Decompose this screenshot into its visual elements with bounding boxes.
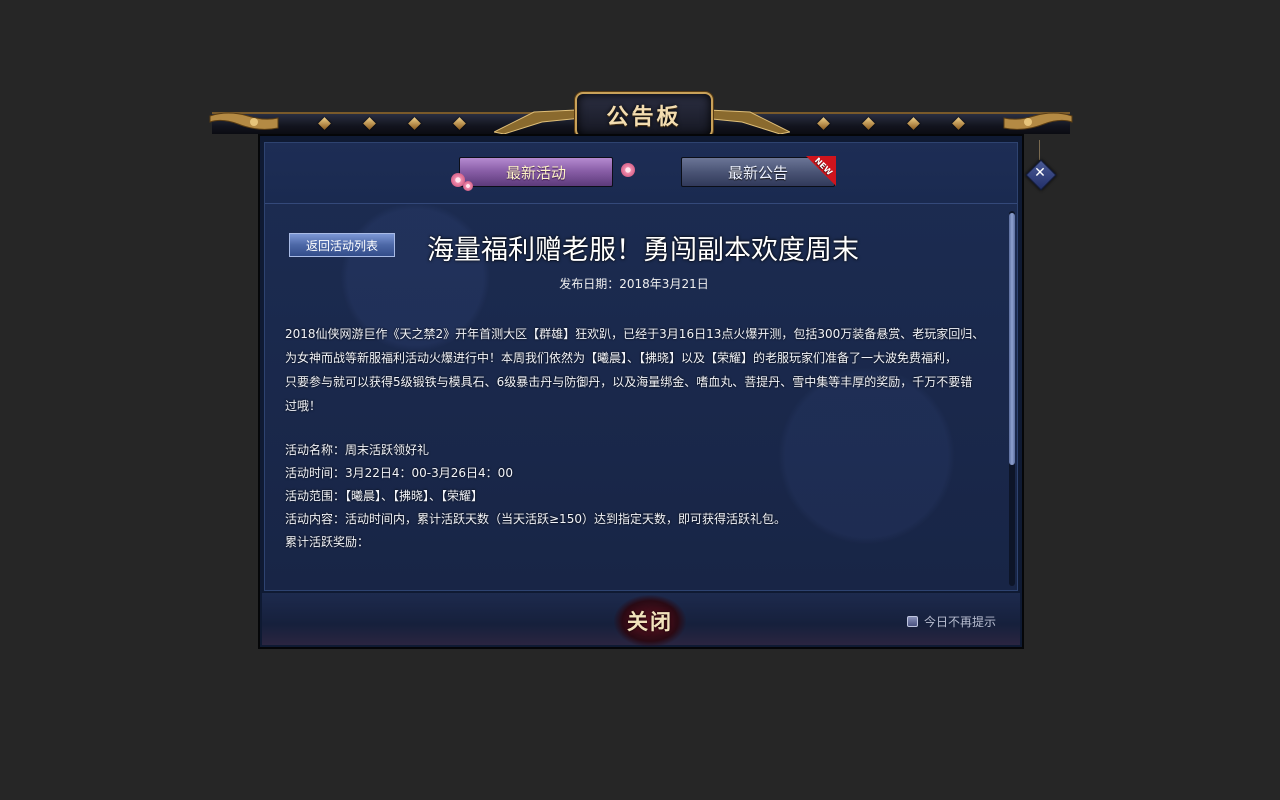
close-icon-string	[1039, 140, 1040, 160]
article-title: 海量福利赠老服！勇闯副本欢度周末	[427, 235, 859, 266]
dialog-title: 公告板	[575, 92, 713, 138]
tab-latest-activity-label: 最新活动	[505, 163, 566, 182]
dont-remind-toggle[interactable]: 今日不再提示	[906, 613, 996, 630]
gem-icon	[318, 117, 331, 130]
back-to-list-button[interactable]: 返回活动列表	[289, 233, 395, 257]
gem-icon	[363, 117, 376, 130]
panel-body: 最新活动 最新公告 NEW 返回活动列表 海量福利赠老服！勇闯副本欢度周末 发布…	[264, 142, 1018, 591]
tab-latest-notice-label: 最新公告	[727, 163, 788, 182]
intro-line: 2018仙侠网游巨作《天之禁2》开年首测大区【群雄】狂欢趴，已经于3月16日13…	[285, 327, 985, 341]
close-icon[interactable]: ✕	[1025, 159, 1057, 191]
close-icon-mark: ✕	[1034, 165, 1046, 181]
detail-line: 活动内容：活动时间内，累计活跃天数（当天活跃≥150）达到指定天数，即可获得活跃…	[285, 512, 786, 526]
plaque-left-wing-icon	[494, 109, 583, 134]
detail-line: 累计活跃奖励：	[285, 535, 370, 549]
plaque-right-wing-icon	[701, 109, 790, 134]
right-ornament-icon	[1003, 112, 1073, 130]
content-scrollbar[interactable]	[1009, 211, 1015, 586]
detail-line: 活动范围：【曦晨】、【拂晓】、【荣耀】	[285, 489, 484, 503]
detail-line: 活动时间：3月22日4：00-3月26日4：00	[285, 466, 513, 480]
intro-line: 为女神而战等新服福利活动火爆进行中！本周我们依然为【曦晨】、【拂晓】以及【荣耀】…	[285, 351, 958, 365]
detail-line: 活动名称：周末活跃领好礼	[285, 443, 430, 457]
gem-icon	[817, 117, 830, 130]
article-intro: 2018仙侠网游巨作《天之禁2》开年首测大区【群雄】狂欢趴，已经于3月16日13…	[285, 322, 1001, 418]
dont-remind-label: 今日不再提示	[923, 615, 996, 629]
tab-latest-notice[interactable]: 最新公告 NEW	[681, 156, 836, 187]
publish-date: 发布日期：2018年3月21日	[559, 277, 709, 291]
article-content: 返回活动列表 海量福利赠老服！勇闯副本欢度周末 发布日期：2018年3月21日 …	[265, 204, 1003, 590]
activity-details: 活动名称：周末活跃领好礼 活动时间：3月22日4：00-3月26日4：00 活动…	[285, 439, 1001, 554]
gem-icon	[862, 117, 875, 130]
scrollbar-thumb[interactable]	[1009, 213, 1015, 465]
intro-line: 只要参与就可以获得5级锻铁与模具石、6级暴击丹与防御丹，以及海量绑金、嗜血丸、菩…	[285, 375, 973, 389]
gem-icon	[907, 117, 920, 130]
announcement-board-screen: 公告板 ✕ 最新活动 最新公告 NEW 返回活动列表 海量福利赠老服！勇闯副本欢…	[0, 0, 1280, 800]
flower-icon	[463, 181, 473, 191]
intro-line: 过哦！	[285, 399, 322, 413]
dialog-footer: 关闭 今日不再提示	[262, 593, 1020, 647]
tab-strip: 最新活动 最新公告 NEW	[265, 143, 1017, 204]
left-ornament-icon	[209, 112, 279, 130]
gem-icon	[408, 117, 421, 130]
tab-latest-activity[interactable]: 最新活动	[459, 157, 613, 187]
close-button[interactable]: 关闭	[614, 595, 686, 647]
gem-icon	[453, 117, 466, 130]
announcement-panel: 最新活动 最新公告 NEW 返回活动列表 海量福利赠老服！勇闯副本欢度周末 发布…	[258, 134, 1024, 649]
dont-remind-checkbox[interactable]	[906, 616, 918, 627]
gem-icon	[952, 117, 965, 130]
flower-icon	[621, 163, 635, 177]
